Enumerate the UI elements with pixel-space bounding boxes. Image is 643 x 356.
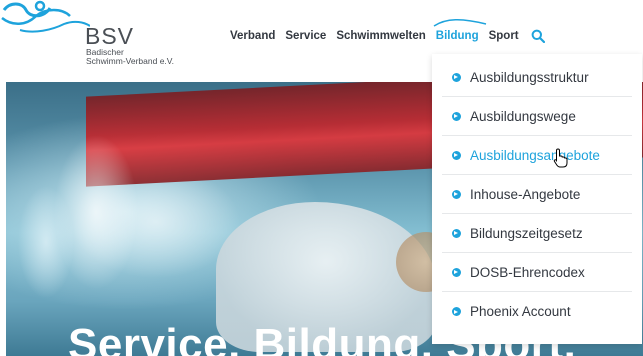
dropdown-item-label: Bildungszeitgesetz <box>470 225 583 241</box>
arrow-circle-icon <box>452 72 461 82</box>
dropdown-item-inhouse-angebote[interactable]: Inhouse-Angebote <box>442 175 632 214</box>
dropdown-item-label: DOSB-Ehrencodex <box>470 264 585 280</box>
nav-item-bildung-label: Bildung <box>435 30 479 42</box>
dropdown-item-ausbildungsstruktur[interactable]: Ausbildungsstruktur <box>442 58 632 97</box>
search-icon[interactable] <box>531 29 545 43</box>
nav-item-schwimmwelten[interactable]: Schwimmwelten <box>336 30 425 42</box>
active-wave-icon <box>433 19 486 27</box>
dropdown-item-dosb-ehrencodex[interactable]: DOSB-Ehrencodex <box>442 253 632 292</box>
nav-item-bildung[interactable]: Bildung <box>433 19 486 42</box>
dropdown-item-label: Phoenix Account <box>470 304 571 319</box>
bsv-logo[interactable]: BSV Badischer Schwimm-Verband e.V. <box>0 0 230 82</box>
dropdown-item-ausbildungswege[interactable]: Ausbildungswege <box>442 97 632 136</box>
bildung-dropdown-menu: Ausbildungsstruktur Ausbildungswege Ausb… <box>432 54 642 344</box>
arrow-circle-icon <box>452 111 461 121</box>
dropdown-item-phoenix-account[interactable]: Phoenix Account <box>442 292 632 331</box>
dropdown-item-label: Inhouse-Angebote <box>470 186 581 202</box>
wave-logo-icon <box>1 0 90 33</box>
logo-acronym: BSV <box>85 23 135 49</box>
hand-cursor-icon <box>553 148 568 168</box>
logo-subtitle-line2: Schwimm-Verband e.V. <box>86 56 175 66</box>
arrow-circle-icon <box>452 189 461 199</box>
dropdown-item-label: Ausbildungsangebote <box>470 147 600 163</box>
arrow-circle-icon <box>452 307 461 316</box>
arrow-circle-icon <box>452 228 461 238</box>
main-nav: Verband Service Schwimmwelten Bildung Sp… <box>230 19 545 46</box>
dropdown-item-ausbildungsangebote[interactable]: Ausbildungsangebote <box>442 136 632 175</box>
arrow-circle-icon <box>452 150 461 160</box>
nav-item-service[interactable]: Service <box>285 30 326 42</box>
dropdown-item-label: Ausbildungsstruktur <box>470 69 589 85</box>
arrow-circle-icon <box>452 267 461 277</box>
dropdown-item-label: Ausbildungswege <box>470 108 576 124</box>
nav-item-sport[interactable]: Sport <box>489 30 519 42</box>
dropdown-item-bildungszeitgesetz[interactable]: Bildungszeitgesetz <box>442 214 632 253</box>
nav-item-verband[interactable]: Verband <box>230 30 275 42</box>
